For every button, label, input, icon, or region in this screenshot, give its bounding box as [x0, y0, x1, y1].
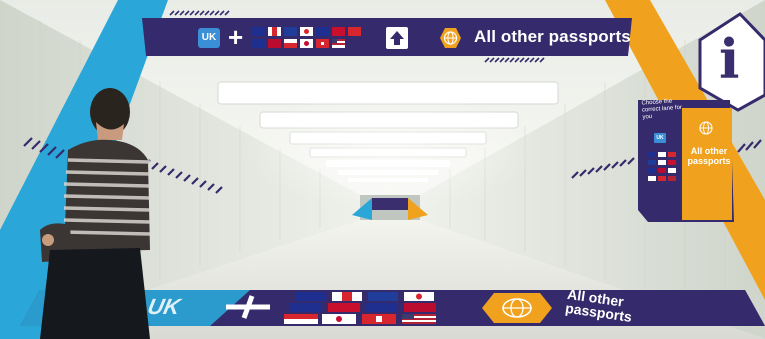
side-choose-lane-text: Choose the correct lane for you: [641, 98, 683, 121]
info-icon: i: [719, 27, 740, 91]
side-uk-badge: UK: [654, 133, 666, 143]
corridor-illustration: [0, 0, 765, 339]
airport-corridor-scene: UK + All other passports i Choose the co…: [0, 0, 765, 339]
arrow-up-icon: [386, 27, 408, 49]
top-other-passports-label: All other passports: [474, 27, 631, 46]
top-plus-icon: +: [228, 22, 244, 52]
floor-globe-icon: [482, 293, 552, 323]
side-other-passports-label: All other passports: [687, 146, 731, 166]
floor-uk-label: UK: [145, 294, 183, 319]
tunnel-end: [352, 195, 428, 220]
top-uk-badge: UK: [198, 28, 220, 48]
